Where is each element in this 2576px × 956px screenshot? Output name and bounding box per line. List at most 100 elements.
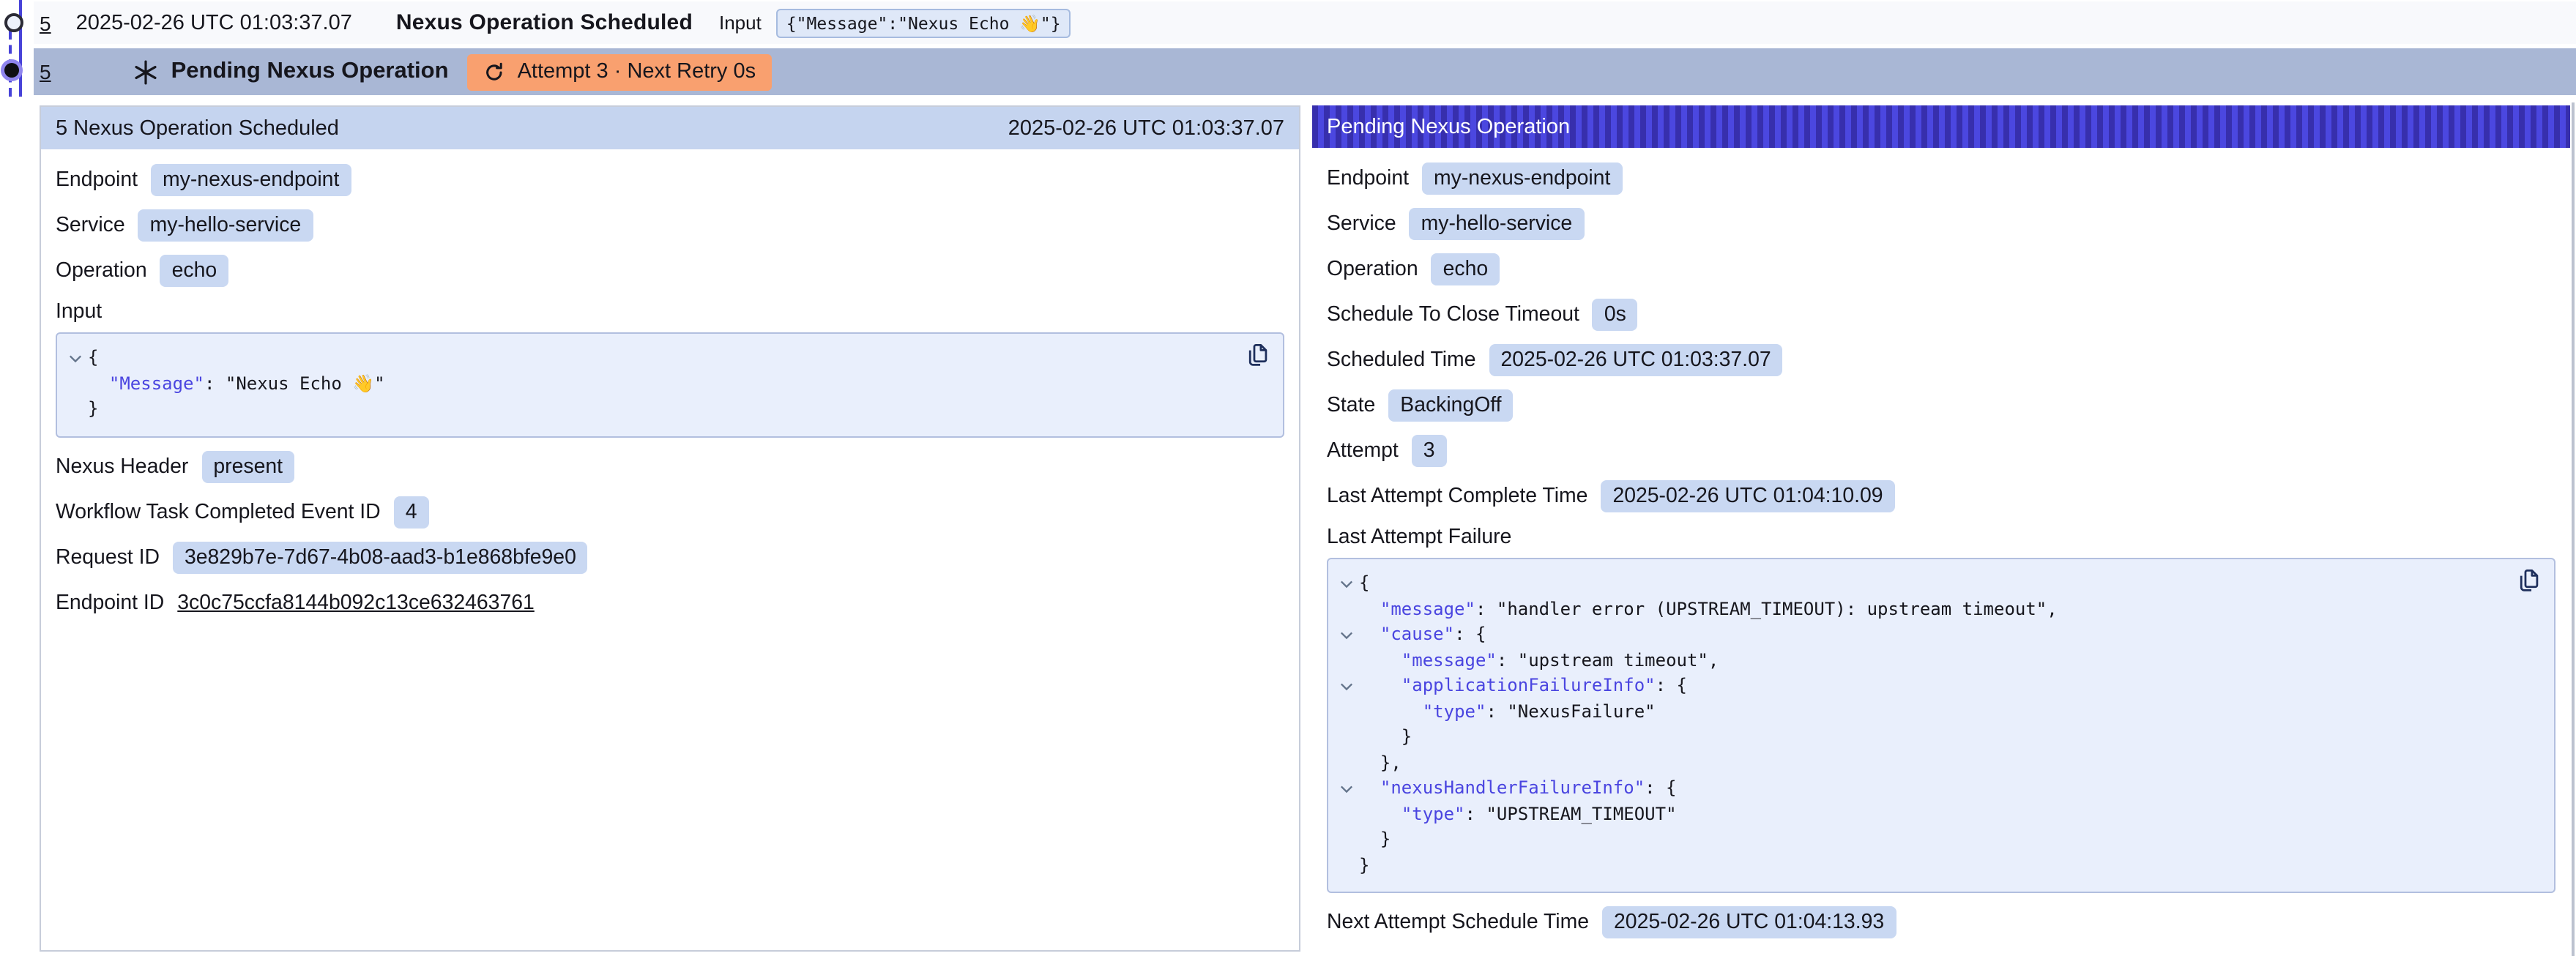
retry-icon — [484, 61, 506, 83]
event-row-pending[interactable]: 5 Pending Nexus Operation Attempt 3 · Ne… — [34, 48, 2576, 95]
event-input-label: Input — [719, 12, 762, 34]
field-label: Workflow Task Completed Event ID — [56, 500, 381, 523]
field-value-link[interactable]: 3c0c75ccfa8144b092c13ce632463761 — [177, 591, 535, 614]
field-label: Input — [56, 300, 1284, 324]
code-text: } — [1359, 853, 1369, 878]
json-text — [1359, 624, 1380, 644]
code-text: }, — [1359, 750, 1401, 776]
event-detail-header: 5 Nexus Operation Scheduled 2025-02-26 U… — [41, 107, 1299, 149]
json-text: } — [1359, 726, 1412, 747]
code-line: "applicationFailureInfo": { — [1334, 673, 2501, 699]
event-id-link[interactable]: 5 — [40, 11, 51, 34]
field-label: Last Attempt Failure — [1327, 526, 2555, 549]
timeline-gutter — [0, 0, 34, 97]
json-key: "nexusHandlerFailureInfo" — [1380, 777, 1645, 798]
field-label: Service — [1327, 212, 1396, 236]
code-line: } — [63, 397, 1230, 422]
copy-icon — [2515, 568, 2540, 597]
code-gutter — [63, 371, 88, 397]
code-text: "cause": { — [1359, 622, 1486, 648]
event-input-chip: {"Message":"Nexus Echo 👋"} — [776, 8, 1071, 37]
field-value-badge: 0s — [1593, 299, 1638, 331]
json-key: "type" — [1423, 701, 1486, 721]
json-key: "message" — [1380, 598, 1475, 619]
json-text: : { — [1454, 624, 1486, 644]
json-text: "handler error (UPSTREAM_TIMEOUT): upstr… — [1497, 598, 2047, 619]
timeline-pending-dot-icon — [4, 62, 19, 77]
field-row: Servicemy-hello-service — [56, 209, 1284, 242]
json-key: "cause" — [1380, 624, 1454, 644]
json-code-block: { "Message": "Nexus Echo 👋"} — [56, 332, 1284, 437]
field-label: Service — [56, 214, 125, 237]
collapse-chevron-icon[interactable] — [63, 346, 88, 371]
field-row: Schedule To Close Timeout0s — [1327, 299, 2555, 331]
code-text: "message": "handler error (UPSTREAM_TIME… — [1359, 597, 2058, 622]
copy-button[interactable] — [2514, 570, 2541, 596]
panel-right-divider — [2572, 102, 2575, 956]
field-label: State — [1327, 394, 1375, 417]
json-text: , — [1708, 649, 1719, 670]
code-text: "Message": "Nexus Echo 👋" — [88, 371, 385, 397]
code-line: }, — [1334, 750, 2501, 776]
field-label: Nexus Header — [56, 455, 188, 478]
code-text: } — [1359, 725, 1412, 750]
code-line: } — [1334, 853, 2501, 878]
field-row: Scheduled Time2025-02-26 UTC 01:03:37.07 — [1327, 344, 2555, 376]
event-detail-panel: 5 Nexus Operation Scheduled 2025-02-26 U… — [40, 105, 1300, 952]
field-label: Last Attempt Complete Time — [1327, 485, 1587, 508]
field-row: Nexus Header present — [56, 450, 1284, 482]
copy-button[interactable] — [1243, 344, 1270, 370]
field-value-badge: echo — [1432, 253, 1500, 285]
json-text: : — [204, 373, 226, 393]
code-gutter — [1334, 699, 1359, 725]
code-text: "type": "UPSTREAM_TIMEOUT" — [1359, 802, 1677, 827]
collapse-chevron-icon[interactable] — [1334, 622, 1359, 648]
code-line: "nexusHandlerFailureInfo": { — [1334, 776, 2501, 802]
field-row: Attempt3 — [1327, 435, 2555, 467]
event-detail-timestamp: 2025-02-26 UTC 01:03:37.07 — [1008, 116, 1284, 140]
code-text: { — [1359, 571, 1369, 597]
json-key: "Message" — [109, 373, 204, 393]
json-text: "upstream timeout" — [1518, 649, 1708, 670]
field-row: Next Attempt Schedule Time2025-02-26 UTC… — [1327, 906, 2555, 938]
code-gutter — [63, 397, 88, 422]
field-code-section: Last Attempt Failure { "message": "handle… — [1327, 526, 2555, 893]
code-gutter — [1334, 853, 1359, 878]
code-line: } — [1334, 725, 2501, 750]
field-label: Request ID — [56, 545, 160, 569]
copy-icon — [1244, 343, 1269, 372]
event-timestamp: 2025-02-26 UTC 01:03:37.07 — [76, 11, 352, 34]
attempt-retry-badge: Attempt 3 · Next Retry 0s — [468, 53, 773, 90]
json-text — [88, 373, 109, 393]
code-text: } — [88, 397, 98, 422]
code-line: "message": "handler error (UPSTREAM_TIME… — [1334, 597, 2501, 622]
pending-id-link[interactable]: 5 — [40, 60, 51, 83]
collapse-chevron-icon[interactable] — [1334, 776, 1359, 802]
code-text: { — [88, 346, 98, 371]
json-text — [1359, 675, 1401, 695]
collapse-chevron-icon[interactable] — [1334, 571, 1359, 597]
event-title: Nexus Operation Scheduled — [396, 10, 693, 35]
json-code-block: { "message": "handler error (UPSTREAM_TI… — [1327, 558, 2555, 893]
field-row: Endpointmy-nexus-endpoint — [56, 164, 1284, 196]
event-history-view: 5 2025-02-26 UTC 01:03:37.07 Nexus Opera… — [0, 0, 2576, 956]
code-line: "cause": { — [1334, 622, 2501, 648]
collapse-chevron-icon[interactable] — [1334, 673, 1359, 699]
event-row-scheduled[interactable]: 5 2025-02-26 UTC 01:03:37.07 Nexus Opera… — [34, 1, 2576, 44]
code-text: } — [1359, 827, 1391, 853]
pending-operation-title: Pending Nexus Operation — [1327, 115, 1570, 138]
pending-asterisk-icon — [133, 59, 158, 84]
field-value-badge: 3 — [1412, 435, 1447, 467]
field-value-badge: 3e829b7e-7d67-4b08-aad3-b1e868bfe9e0 — [173, 541, 588, 573]
field-label: Endpoint — [1327, 167, 1409, 190]
field-value-badge: my-hello-service — [1410, 208, 1585, 240]
json-key: "message" — [1401, 649, 1497, 670]
field-value-badge: present — [201, 450, 294, 482]
event-detail-body: Endpointmy-nexus-endpoint Servicemy-hello… — [41, 149, 1299, 630]
json-text: "UPSTREAM_TIMEOUT" — [1486, 803, 1676, 824]
code-gutter — [1334, 827, 1359, 853]
field-value-badge: 2025-02-26 UTC 01:04:10.09 — [1601, 480, 1894, 512]
code-text: "applicationFailureInfo": { — [1359, 673, 1687, 699]
event-detail-title: 5 Nexus Operation Scheduled — [56, 116, 339, 140]
field-value-badge: 2025-02-26 UTC 01:03:37.07 — [1489, 344, 1783, 376]
